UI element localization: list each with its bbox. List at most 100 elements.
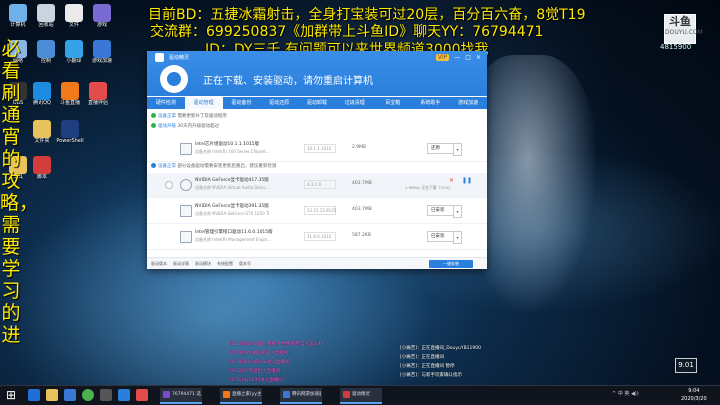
chat-line: [小痛苦]：与新手玩家确认指示 [400,373,463,378]
stream-logo: 斗鱼 DOUYU.COM [664,14,703,44]
app-icon [343,391,350,398]
version-select[interactable]: 11.6.0.1015 [304,232,336,241]
desktop-icon[interactable]: 游戏加速 [88,40,116,65]
tab-driver-uninstall[interactable]: 驱动卸载 [298,97,336,109]
status-note: 设备正常 部分设备驱动需要安装更新后重启，建议重新检测 [151,163,276,169]
footer-item[interactable]: 系统配置 [217,261,233,267]
desktop-icon[interactable]: 游戏 [88,4,116,29]
desktop-icon[interactable]: 文件 [60,4,88,29]
close-button[interactable]: × [476,54,481,61]
app-icon[interactable] [118,389,130,401]
desktop-icon[interactable]: PowerShell [56,120,84,145]
chevron-down-icon[interactable]: ▾ [453,231,462,244]
folder-icon [33,120,51,138]
start-button[interactable]: ⊞ [6,389,18,401]
driver-row[interactable]: NVIDIA GeForce显卡驱动417.35版 设备名称 NVIDIA Vi… [147,173,487,198]
chat-line: [V.11]dy1594进入直播间 [230,378,283,383]
taskbar-app[interactable]: 直播之家(yy主... [220,388,262,404]
driver-app-window: 驱动精灵 正在下载、安装驱动，请勿重启计算机 VIP — □ × 硬件检测 驱动… [147,51,487,269]
qq-icon [33,82,51,100]
clock[interactable]: 9:04 2020/3/20 [681,387,707,403]
check-icon [151,113,156,118]
system-tray[interactable]: ^ 中 英 ◀)) [612,390,639,397]
tab-driver-backup[interactable]: 驱动备份 [223,97,261,109]
tab-system-helper[interactable]: 系统助手 [411,97,449,109]
chat-line: [小痛苦]：正在直播间 [400,355,445,360]
installed-button[interactable]: 已安装 [427,231,456,242]
app-body: 设备正常 需要更新补丁及驱动程序 驱动升级 30天内升级驱动超过 Intel芯片… [147,109,487,257]
desktop-icon[interactable]: 脚本 [28,156,56,181]
chip-icon [180,143,192,155]
tab-game-boost[interactable]: 游戏加速 [449,97,487,109]
desktop-icon[interactable]: 小翻译 [60,40,88,65]
minimize-button[interactable]: — [454,54,460,61]
vertical-overlay-text: 必看刷通宵的攻略，需要学习的进 [0,38,39,346]
taskbar-app[interactable]: 驱动精灵 [340,388,382,404]
tab-driver-restore[interactable]: 驱动还原 [260,97,298,109]
app-brand-icon [160,65,188,93]
footer-item[interactable]: 驱动版本 [151,261,167,267]
douyu-icon [61,82,79,100]
powershell-icon [61,120,79,138]
info-icon [151,163,156,168]
driver-row[interactable]: NVIDIA GeForce显卡驱动391.35版 设备名称 NVIDIA Ge… [147,199,487,224]
chrome-icon[interactable] [82,389,94,401]
media-icon[interactable] [64,389,76,401]
pause-icon[interactable]: ❚❚ [462,177,472,184]
ie-icon[interactable] [28,389,40,401]
vip-badge[interactable]: VIP [435,54,450,61]
taskbar-app[interactable]: 76794471 选播... [160,388,202,404]
chat-line: [小痛苦]：正在直播间_DouyuYB11900 [400,346,481,351]
translate-icon [65,40,83,58]
chat-line: [小痛苦]：正在直播间 暂停 [400,364,455,369]
explorer-icon[interactable] [46,389,58,401]
installed-button[interactable]: 已安装 [427,205,456,216]
desktop-icon[interactable]: 计算机 [4,4,32,29]
footer-item[interactable]: 驱动详情 [173,261,189,267]
gpu-icon [180,205,192,217]
computer-icon [9,4,27,22]
maximize-button[interactable]: □ [465,54,471,61]
version-select[interactable]: 4.3.1.0 [304,180,336,189]
desktop-icon[interactable]: 回收站 [32,4,60,29]
script-icon [33,156,51,174]
desktop-icon[interactable]: 直播伴侣 [84,82,112,107]
accelerator-icon [93,40,111,58]
app-icon [283,391,290,398]
tab-hardware[interactable]: 硬件检测 [147,97,185,109]
audio-icon [180,179,192,191]
window-controls: VIP — □ × [435,54,481,61]
status-note: 驱动升级 30天内升级驱动超过 [151,123,219,129]
version-select[interactable]: 10.1.1.1015 [304,144,336,153]
app-status-text: 正在下载、安装驱动，请勿重启计算机 [203,76,373,87]
footer-item[interactable]: 版本号 [239,261,251,267]
chevron-down-icon[interactable]: ▾ [453,143,462,156]
chevron-down-icon[interactable]: ▾ [453,205,462,218]
cancel-icon[interactable]: ✕ [449,177,454,184]
footer-item[interactable]: 驱动模块 [195,261,211,267]
room-id: 4815900 [660,43,692,51]
chat-line: [V.12]Shift:冰霜 [系统大世界:打完自己怎么打] [230,342,325,347]
tab-toolbox[interactable]: 百宝箱 [374,97,412,109]
taskbar-app[interactable]: 腾讯网游加速器 [280,388,322,404]
driver-row[interactable]: Intel芯片组驱动10.1.1.1015版 设备名称 Intel(R) 100… [147,137,487,162]
status-note: 设备正常 需要更新补丁及驱动程序 [151,113,227,119]
app-icon[interactable] [100,389,112,401]
restore-button[interactable]: 还原 [427,143,456,154]
version-select[interactable]: 23.21.13.9135 [304,206,336,215]
desktop-icon[interactable]: 文件夹 [28,120,56,145]
one-click-install-button[interactable]: 一键安装 [429,260,473,268]
driver-row[interactable]: Intel管理引擎接口驱动11.6.0.1015版 设备名称 Intel(R) … [147,225,487,250]
chat-line: [V.09]Moni网吧6进入直播间 [230,351,289,356]
tab-cleanup[interactable]: 垃圾清理 [336,97,374,109]
tab-driver-manage[interactable]: 驱动管理 [184,97,223,109]
desktop-icon[interactable]: 控制 [32,40,60,65]
desktop-icon[interactable]: 斗鱼直播 [56,82,84,107]
app-icon [163,391,170,398]
app-icon[interactable] [136,389,148,401]
chip-icon [180,231,192,243]
chat-line: [V.18]AlunaDear进入直播间 [230,360,290,365]
desktop-icon[interactable]: 腾讯QQ [28,82,56,107]
app-footer: 驱动版本 驱动详情 驱动模块 系统配置 版本号 一键安装 [147,257,487,269]
select-radio[interactable] [165,181,173,189]
